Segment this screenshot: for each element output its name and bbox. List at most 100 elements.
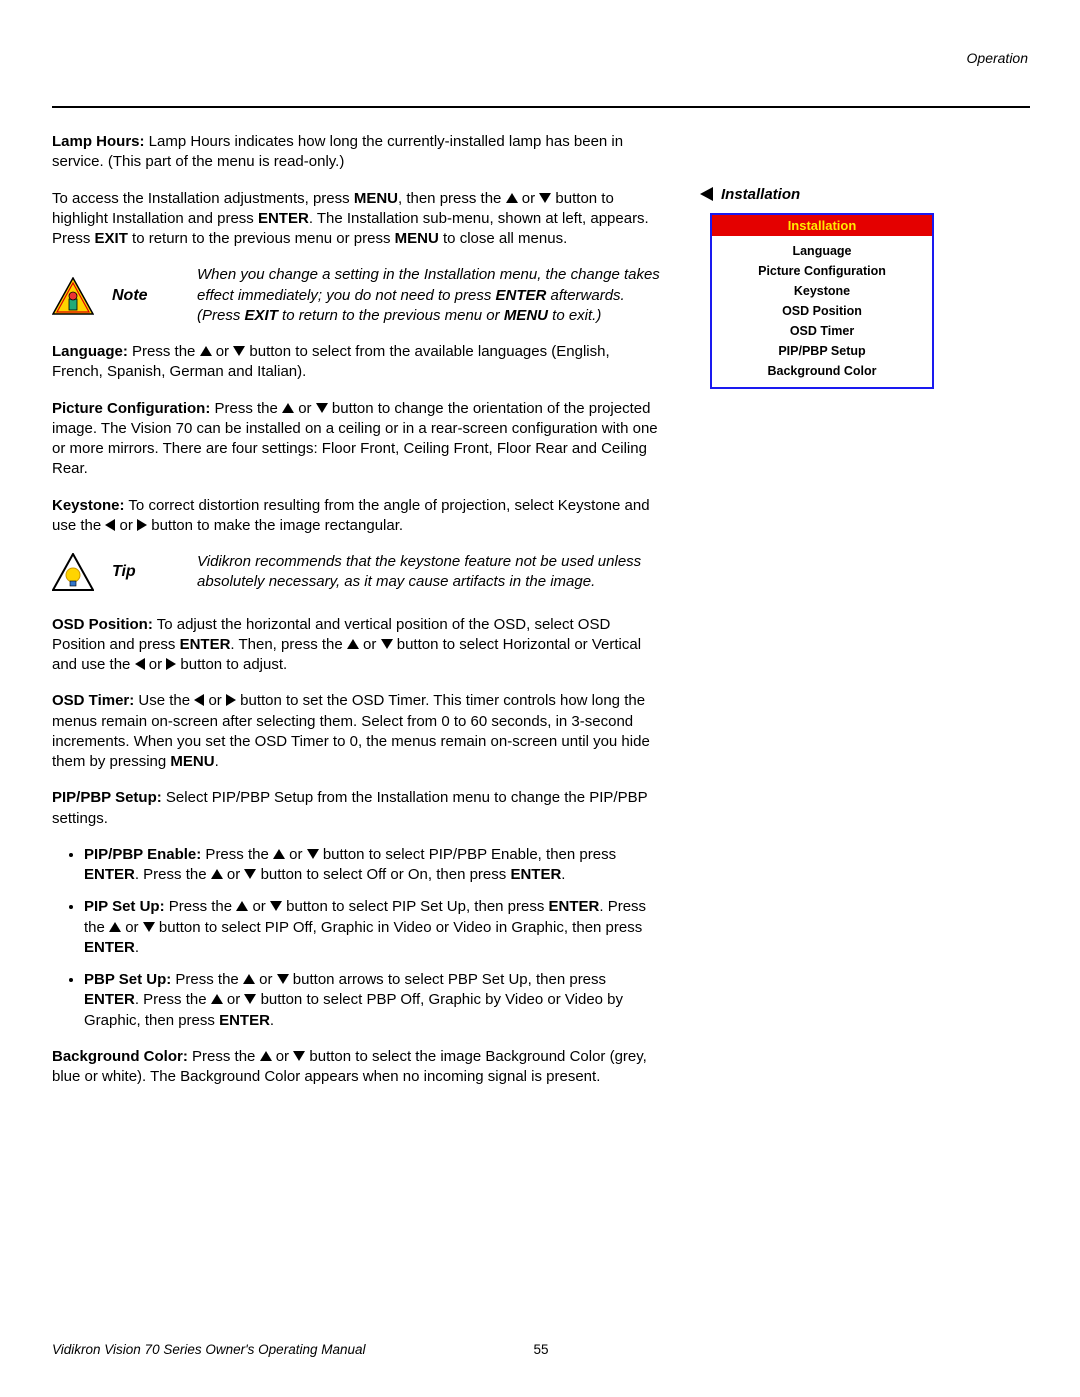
down-arrow-icon: [233, 346, 245, 356]
down-arrow-icon: [316, 403, 328, 413]
background-color-para: Background Color: Press the or button to…: [52, 1047, 664, 1088]
down-arrow-icon: [270, 901, 282, 911]
text: or: [204, 692, 226, 709]
text: or: [272, 1048, 294, 1065]
menu-item: Language: [712, 241, 932, 261]
menu-key: MENU: [170, 753, 214, 770]
text: or: [223, 991, 245, 1008]
text: button to select PIP Set Up, then press: [282, 898, 549, 915]
text: Press the: [201, 846, 273, 863]
text: Press the: [210, 400, 282, 417]
text: . Press the: [135, 991, 211, 1008]
exit-key: EXIT: [95, 230, 128, 247]
note-callout: Note When you change a setting in the In…: [52, 265, 664, 326]
text: . Then, press the: [230, 636, 346, 653]
text: Press the: [188, 1048, 260, 1065]
enter-key: ENTER: [180, 636, 231, 653]
text: button to select PIP Off, Graphic in Vid…: [155, 919, 643, 936]
text: to exit.): [548, 307, 601, 324]
tip-icon-cell: [52, 553, 112, 591]
text: button to adjust.: [176, 656, 287, 673]
pip-pbp-list: PIP/PBP Enable: Press the or button to s…: [52, 845, 664, 1031]
list-item: PIP Set Up: Press the or button to selec…: [84, 897, 664, 958]
up-arrow-icon: [236, 901, 248, 911]
note-label: Note: [112, 285, 197, 307]
enter-key: ENTER: [84, 939, 135, 956]
enter-key: ENTER: [549, 898, 600, 915]
up-arrow-icon: [211, 869, 223, 879]
side-column: Installation Installation Language Pictu…: [686, 132, 1010, 389]
text: or: [248, 898, 270, 915]
down-arrow-icon: [307, 849, 319, 859]
keystone-para: Keystone: To correct distortion resultin…: [52, 496, 664, 537]
note-warning-icon: [52, 277, 94, 315]
up-arrow-icon: [506, 193, 518, 203]
enter-key: ENTER: [258, 210, 309, 227]
note-text: When you change a setting in the Install…: [197, 265, 664, 326]
pbp-setup-label: PBP Set Up:: [84, 971, 171, 988]
pip-pbp-enable-label: PIP/PBP Enable:: [84, 846, 201, 863]
down-arrow-icon: [244, 869, 256, 879]
text: or: [294, 400, 316, 417]
text: button to select PIP/PBP Enable, then pr…: [319, 846, 616, 863]
down-arrow-icon: [293, 1051, 305, 1061]
header-rule: [52, 106, 1030, 108]
up-arrow-icon: [273, 849, 285, 859]
text: .: [135, 939, 139, 956]
exit-key: EXIT: [245, 307, 278, 324]
menu-item: Picture Configuration: [712, 261, 932, 281]
text: or: [359, 636, 381, 653]
osd-timer-para: OSD Timer: Use the or button to set the …: [52, 691, 664, 772]
text: or: [285, 846, 307, 863]
text: .: [561, 866, 565, 883]
down-arrow-icon: [381, 639, 393, 649]
menu-item: Background Color: [712, 361, 932, 381]
text: or: [115, 517, 137, 534]
up-arrow-icon: [109, 922, 121, 932]
text: or: [518, 190, 540, 207]
menu-key: MENU: [395, 230, 439, 247]
list-item: PBP Set Up: Press the or button arrows t…: [84, 970, 664, 1031]
keystone-label: Keystone:: [52, 497, 125, 514]
side-heading: Installation: [700, 186, 1010, 203]
menu-item: Keystone: [712, 281, 932, 301]
picture-configuration-label: Picture Configuration:: [52, 400, 210, 417]
right-arrow-icon: [137, 519, 147, 531]
text: to close all menus.: [439, 230, 567, 247]
tip-bulb-icon: [52, 553, 94, 591]
enter-key: ENTER: [496, 287, 547, 304]
text: to return to the previous menu or press: [128, 230, 395, 247]
menu-key: MENU: [504, 307, 548, 324]
lamp-hours-label: Lamp Hours:: [52, 133, 145, 150]
language-label: Language:: [52, 343, 128, 360]
tip-label: Tip: [112, 561, 197, 583]
body-row: Lamp Hours: Lamp Hours indicates how lon…: [52, 132, 1030, 1103]
tip-text: Vidikron recommends that the keystone fe…: [197, 552, 664, 593]
menu-key: MENU: [354, 190, 398, 207]
pip-pbp-setup-para: PIP/PBP Setup: Select PIP/PBP Setup from…: [52, 788, 664, 829]
enter-key: ENTER: [84, 991, 135, 1008]
down-arrow-icon: [539, 193, 551, 203]
main-column: Lamp Hours: Lamp Hours indicates how lon…: [52, 132, 686, 1103]
text: . Press the: [135, 866, 211, 883]
text: or: [121, 919, 143, 936]
text: Press the: [171, 971, 243, 988]
footer-title: Vidikron Vision 70 Series Owner's Operat…: [52, 1342, 366, 1357]
text: Press the: [128, 343, 200, 360]
text: or: [255, 971, 277, 988]
left-arrow-icon: [105, 519, 115, 531]
text: button to select Off or On, then press: [256, 866, 510, 883]
text: to return to the previous menu or: [278, 307, 504, 324]
down-arrow-icon: [277, 974, 289, 984]
right-arrow-icon: [226, 694, 236, 706]
page-number: 55: [533, 1342, 548, 1357]
text: or: [212, 343, 234, 360]
up-arrow-icon: [260, 1051, 272, 1061]
down-arrow-icon: [244, 994, 256, 1004]
up-arrow-icon: [347, 639, 359, 649]
text: or: [145, 656, 167, 673]
osd-position-label: OSD Position:: [52, 616, 153, 633]
enter-key: ENTER: [219, 1012, 270, 1029]
installation-para: To access the Installation adjustments, …: [52, 189, 664, 250]
left-arrow-icon: [135, 658, 145, 670]
